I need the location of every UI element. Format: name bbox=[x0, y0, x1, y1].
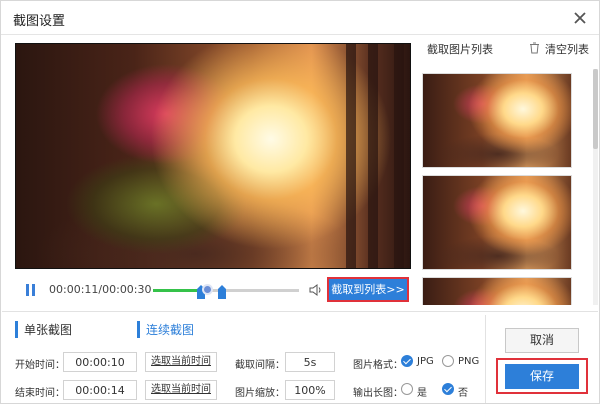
capture-list-title: 截取图片列表 bbox=[427, 43, 493, 56]
time-display: 00:00:11/00:00:30 bbox=[49, 283, 152, 296]
tab-single-capture[interactable]: 单张截图 bbox=[15, 321, 72, 338]
screenshot-settings-dialog: 截图设置 00:00:11/00:00:30 截取到列表>> 截取图片列表 清空… bbox=[0, 0, 600, 404]
video-preview bbox=[15, 43, 411, 269]
scrollbar-thumb[interactable] bbox=[593, 69, 598, 149]
pick-current-end-button[interactable]: 选取当前时间 bbox=[145, 380, 217, 400]
start-time-field[interactable] bbox=[63, 352, 137, 372]
end-time-field[interactable] bbox=[63, 380, 137, 400]
volume-icon[interactable] bbox=[309, 283, 323, 297]
save-highlight: 保存 bbox=[496, 358, 588, 394]
end-time-label: 结束时间： bbox=[15, 388, 65, 399]
capture-thumbnail-list bbox=[420, 69, 588, 305]
pick-current-start-button[interactable]: 选取当前时间 bbox=[145, 352, 217, 372]
long-image-yes-label: 是 bbox=[417, 388, 427, 399]
tab-continuous-capture[interactable]: 连续截图 bbox=[137, 321, 194, 338]
video-frame-detail bbox=[346, 44, 356, 268]
format-jpg-radio[interactable] bbox=[401, 355, 413, 367]
close-icon[interactable] bbox=[571, 9, 589, 27]
section-divider bbox=[2, 311, 598, 312]
long-image-no-label: 否 bbox=[458, 388, 468, 399]
title-bar: 截图设置 bbox=[1, 1, 599, 35]
progress-thumb[interactable] bbox=[202, 284, 214, 295]
actions-divider bbox=[485, 315, 486, 403]
video-frame-detail bbox=[368, 44, 378, 268]
thumbnail-item[interactable] bbox=[422, 277, 572, 305]
progress-track[interactable] bbox=[153, 284, 299, 299]
format-png-label: PNG bbox=[458, 356, 480, 367]
save-button[interactable]: 保存 bbox=[505, 364, 579, 389]
long-image-yes-radio[interactable] bbox=[401, 383, 413, 395]
thumbnail-scrollbar[interactable] bbox=[593, 69, 598, 305]
interval-field[interactable] bbox=[285, 352, 335, 372]
format-jpg-label: JPG bbox=[417, 356, 434, 367]
trash-icon[interactable] bbox=[529, 42, 540, 54]
scale-field[interactable] bbox=[285, 380, 335, 400]
interval-label: 截取间隔： bbox=[235, 360, 285, 371]
pause-icon[interactable] bbox=[25, 284, 37, 296]
thumbnail-item[interactable] bbox=[422, 175, 572, 270]
capture-list-header: 截取图片列表 清空列表 bbox=[427, 41, 592, 59]
cancel-button[interactable]: 取消 bbox=[505, 328, 579, 353]
thumbnail-item[interactable] bbox=[422, 73, 572, 168]
dialog-title: 截图设置 bbox=[13, 14, 66, 29]
range-end-marker[interactable] bbox=[217, 285, 226, 299]
clear-list-button[interactable]: 清空列表 bbox=[545, 41, 589, 57]
format-label: 图片格式： bbox=[353, 360, 403, 371]
start-time-label: 开始时间： bbox=[15, 360, 65, 371]
player-controls: 00:00:11/00:00:30 截取到列表>> bbox=[15, 275, 411, 305]
long-image-label: 输出长图： bbox=[353, 388, 403, 399]
scale-label: 图片缩放： bbox=[235, 388, 285, 399]
format-png-radio[interactable] bbox=[442, 355, 454, 367]
long-image-no-radio[interactable] bbox=[442, 383, 454, 395]
capture-to-list-button[interactable]: 截取到列表>> bbox=[327, 277, 409, 302]
video-frame-detail bbox=[394, 44, 404, 268]
